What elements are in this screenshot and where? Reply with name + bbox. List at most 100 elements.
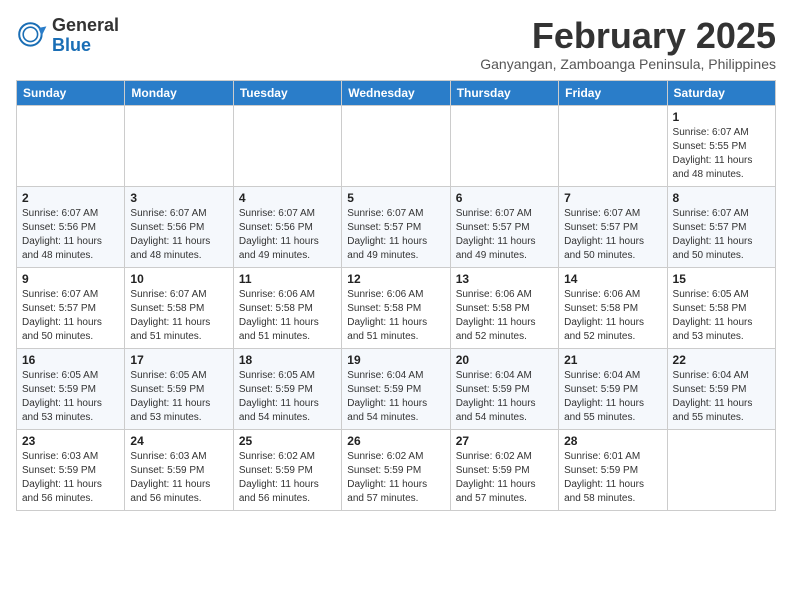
day-info: Sunrise: 6:07 AMSunset: 5:56 PMDaylight:… [239, 207, 336, 263]
day-number: 27 [456, 434, 553, 448]
calendar-cell: 1 Sunrise: 6:07 AMSunset: 5:55 PMDaylight… [667, 105, 775, 186]
day-info: Sunrise: 6:04 AMSunset: 5:59 PMDaylight:… [564, 369, 661, 425]
calendar-cell: 20Sunrise: 6:04 AMSunset: 5:59 PMDayligh… [450, 348, 558, 429]
day-number: 11 [239, 272, 336, 286]
calendar-cell: 7 Sunrise: 6:07 AMSunset: 5:57 PMDaylight… [559, 186, 667, 267]
day-info: Sunrise: 6:05 AMSunset: 5:58 PMDaylight:… [673, 288, 770, 344]
day-info: Sunrise: 6:07 AMSunset: 5:57 PMDaylight:… [22, 288, 119, 344]
calendar-cell: 9 Sunrise: 6:07 AMSunset: 5:57 PMDaylight… [17, 267, 125, 348]
calendar-cell: 22 Sunrise: 6:04 AMSunset: 5:59 PMDayligh… [667, 348, 775, 429]
day-number: 26 [347, 434, 444, 448]
calendar-header-row: SundayMondayTuesdayWednesdayThursdayFrid… [17, 80, 776, 105]
calendar-cell: 25 Sunrise: 6:02 AMSunset: 5:59 PMDayligh… [233, 429, 341, 510]
day-info: Sunrise: 6:02 AMSunset: 5:59 PMDaylight:… [239, 450, 336, 506]
day-info: Sunrise: 6:06 AMSunset: 5:58 PMDaylight:… [564, 288, 661, 344]
calendar-cell: 18 Sunrise: 6:05 AMSunset: 5:59 PMDayligh… [233, 348, 341, 429]
day-number: 3 [130, 191, 227, 205]
calendar-cell: 26Sunrise: 6:02 AMSunset: 5:59 PMDayligh… [342, 429, 450, 510]
calendar-cell: 2Sunrise: 6:07 AMSunset: 5:56 PMDaylight… [17, 186, 125, 267]
calendar-cell: 6 Sunrise: 6:07 AMSunset: 5:57 PMDaylight… [450, 186, 558, 267]
day-info: Sunrise: 6:06 AMSunset: 5:58 PMDaylight:… [456, 288, 553, 344]
calendar-header-friday: Friday [559, 80, 667, 105]
day-number: 23 [22, 434, 119, 448]
day-number: 19 [347, 353, 444, 367]
calendar-week-row: 2 Sunrise: 6:07 AMSunset: 5:56 PMDaylight… [17, 186, 776, 267]
calendar-cell: 8Sunrise: 6:07 AMSunset: 5:57 PMDaylight… [667, 186, 775, 267]
day-info: Sunrise: 6:07 AMSunset: 5:57 PMDaylight:… [347, 207, 444, 263]
day-number: 25 [239, 434, 336, 448]
day-number: 4 [239, 191, 336, 205]
day-info: Sunrise: 6:05 AMSunset: 5:59 PMDaylight:… [22, 369, 119, 425]
title-block: February 2025 Ganyangan, Zamboanga Penin… [480, 16, 776, 72]
day-info: Sunrise: 6:02 AMSunset: 5:59 PMDaylight:… [456, 450, 553, 506]
day-number: 13 [456, 272, 553, 286]
calendar-cell: 4 Sunrise: 6:07 AMSunset: 5:56 PMDaylight… [233, 186, 341, 267]
month-year-title: February 2025 [480, 16, 776, 56]
calendar-cell: 27 Sunrise: 6:02 AMSunset: 5:59 PMDayligh… [450, 429, 558, 510]
day-number: 21 [564, 353, 661, 367]
day-info: Sunrise: 6:05 AMSunset: 5:59 PMDaylight:… [239, 369, 336, 425]
calendar-cell: 15Sunrise: 6:05 AMSunset: 5:58 PMDayligh… [667, 267, 775, 348]
logo-blue-text: Blue [52, 36, 119, 56]
calendar-cell: 3Sunrise: 6:07 AMSunset: 5:56 PMDaylight… [125, 186, 233, 267]
calendar-cell: 17 Sunrise: 6:05 AMSunset: 5:59 PMDayligh… [125, 348, 233, 429]
day-number: 14 [564, 272, 661, 286]
day-number: 24 [130, 434, 227, 448]
calendar-cell [125, 105, 233, 186]
day-info: Sunrise: 6:07 AMSunset: 5:55 PMDaylight:… [673, 126, 770, 182]
calendar-header-tuesday: Tuesday [233, 80, 341, 105]
day-number: 16 [22, 353, 119, 367]
calendar-cell: 14 Sunrise: 6:06 AMSunset: 5:58 PMDayligh… [559, 267, 667, 348]
day-number: 9 [22, 272, 119, 286]
calendar-cell: 28 Sunrise: 6:01 AMSunset: 5:59 PMDayligh… [559, 429, 667, 510]
day-info: Sunrise: 6:07 AMSunset: 5:58 PMDaylight:… [130, 288, 227, 344]
day-number: 28 [564, 434, 661, 448]
location-subtitle: Ganyangan, Zamboanga Peninsula, Philippi… [480, 56, 776, 72]
day-info: Sunrise: 6:06 AMSunset: 5:58 PMDaylight:… [239, 288, 336, 344]
day-info: Sunrise: 6:07 AMSunset: 5:57 PMDaylight:… [564, 207, 661, 263]
page-header: General Blue February 2025 Ganyangan, Za… [16, 16, 776, 72]
calendar-header-thursday: Thursday [450, 80, 558, 105]
day-info: Sunrise: 6:06 AMSunset: 5:58 PMDaylight:… [347, 288, 444, 344]
day-info: Sunrise: 6:07 AMSunset: 5:57 PMDaylight:… [456, 207, 553, 263]
calendar-header-sunday: Sunday [17, 80, 125, 105]
day-info: Sunrise: 6:04 AMSunset: 5:59 PMDaylight:… [673, 369, 770, 425]
logo-icon [16, 20, 48, 52]
day-number: 1 [673, 110, 770, 124]
calendar-week-row: 9 Sunrise: 6:07 AMSunset: 5:57 PMDaylight… [17, 267, 776, 348]
day-number: 17 [130, 353, 227, 367]
calendar-cell: 12 Sunrise: 6:06 AMSunset: 5:58 PMDayligh… [342, 267, 450, 348]
calendar-cell: 23 Sunrise: 6:03 AMSunset: 5:59 PMDayligh… [17, 429, 125, 510]
calendar-cell: 19 Sunrise: 6:04 AMSunset: 5:59 PMDayligh… [342, 348, 450, 429]
day-number: 12 [347, 272, 444, 286]
logo-general-text: General [52, 16, 119, 36]
calendar-cell: 13 Sunrise: 6:06 AMSunset: 5:58 PMDayligh… [450, 267, 558, 348]
calendar-header-monday: Monday [125, 80, 233, 105]
logo: General Blue [16, 16, 119, 56]
calendar-cell: 21 Sunrise: 6:04 AMSunset: 5:59 PMDayligh… [559, 348, 667, 429]
day-number: 22 [673, 353, 770, 367]
calendar-cell: 10 Sunrise: 6:07 AMSunset: 5:58 PMDayligh… [125, 267, 233, 348]
day-number: 7 [564, 191, 661, 205]
day-info: Sunrise: 6:03 AMSunset: 5:59 PMDaylight:… [130, 450, 227, 506]
calendar-cell: 5 Sunrise: 6:07 AMSunset: 5:57 PMDaylight… [342, 186, 450, 267]
calendar-week-row: 16 Sunrise: 6:05 AMSunset: 5:59 PMDayligh… [17, 348, 776, 429]
day-number: 18 [239, 353, 336, 367]
day-number: 2 [22, 191, 119, 205]
calendar-header-wednesday: Wednesday [342, 80, 450, 105]
day-info: Sunrise: 6:01 AMSunset: 5:59 PMDaylight:… [564, 450, 661, 506]
calendar-cell: 24 Sunrise: 6:03 AMSunset: 5:59 PMDayligh… [125, 429, 233, 510]
calendar-cell: 11 Sunrise: 6:06 AMSunset: 5:58 PMDayligh… [233, 267, 341, 348]
calendar-cell [667, 429, 775, 510]
calendar-header-saturday: Saturday [667, 80, 775, 105]
day-info: Sunrise: 6:05 AMSunset: 5:59 PMDaylight:… [130, 369, 227, 425]
day-number: 6 [456, 191, 553, 205]
day-info: Sunrise: 6:03 AMSunset: 5:59 PMDaylight:… [22, 450, 119, 506]
calendar-week-row: 23 Sunrise: 6:03 AMSunset: 5:59 PMDayligh… [17, 429, 776, 510]
calendar-cell: 16 Sunrise: 6:05 AMSunset: 5:59 PMDayligh… [17, 348, 125, 429]
calendar-cell [450, 105, 558, 186]
day-number: 10 [130, 272, 227, 286]
day-info: Sunrise: 6:07 AMSunset: 5:57 PMDaylight:… [673, 207, 770, 263]
day-info: Sunrise: 6:04 AMSunset: 5:59 PMDaylight:… [347, 369, 444, 425]
day-number: 5 [347, 191, 444, 205]
